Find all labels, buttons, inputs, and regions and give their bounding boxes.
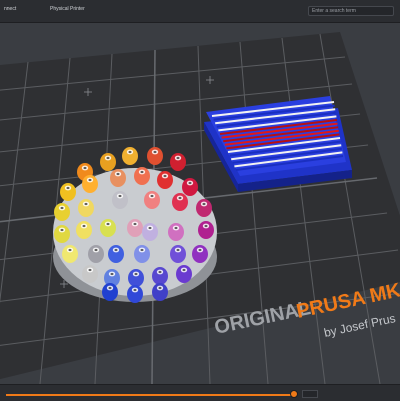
cone-model — [128, 269, 144, 287]
cone-model — [88, 245, 104, 263]
cone-model — [142, 223, 158, 241]
search-input[interactable]: Enter a search term — [308, 6, 394, 16]
cone-model — [182, 178, 198, 196]
layer-slider-thumb[interactable] — [290, 390, 298, 398]
layer-slider-bar — [0, 384, 400, 401]
cone-model — [152, 283, 168, 301]
connect-tab-label[interactable]: nnect — [4, 6, 16, 12]
cone-model — [147, 147, 163, 165]
cone-model — [110, 169, 126, 187]
cone-model — [127, 285, 143, 303]
top-toolbar: nnect Physical Printer Enter a search te… — [0, 0, 400, 23]
cone-model — [100, 153, 116, 171]
cone-model — [170, 153, 186, 171]
3d-viewport[interactable]: ORIGINAL PRUSA MK4S by Josef Prus — [0, 22, 400, 385]
cone-model — [122, 147, 138, 165]
cone-model — [82, 265, 98, 283]
cone-model — [76, 221, 92, 239]
cone-model — [60, 183, 76, 201]
cone-model — [62, 245, 78, 263]
cone-model — [176, 265, 192, 283]
cone-model — [196, 199, 212, 217]
cone-model — [108, 245, 124, 263]
tab-physical-printer[interactable]: Physical Printer — [50, 6, 85, 12]
cone-model — [100, 219, 116, 237]
cone-model — [54, 203, 70, 221]
cone-model — [152, 267, 168, 285]
layer-slider-track[interactable] — [6, 394, 296, 396]
cone-model — [82, 175, 98, 193]
cone-model — [102, 283, 118, 301]
cone-model — [134, 245, 150, 263]
cone-model — [134, 167, 150, 185]
cone-model — [112, 191, 128, 209]
cone-model — [144, 191, 160, 209]
cone-model — [192, 245, 208, 263]
cone-model — [172, 193, 188, 211]
cone-model — [157, 171, 173, 189]
layer-value — [302, 390, 318, 398]
print-bed-scene[interactable]: ORIGINAL PRUSA MK4S by Josef Prus — [0, 22, 400, 385]
cone-model — [168, 223, 184, 241]
cone-model — [198, 221, 214, 239]
cone-model — [170, 245, 186, 263]
cone-model — [127, 219, 143, 237]
cone-model — [54, 225, 70, 243]
cone-model — [78, 199, 94, 217]
